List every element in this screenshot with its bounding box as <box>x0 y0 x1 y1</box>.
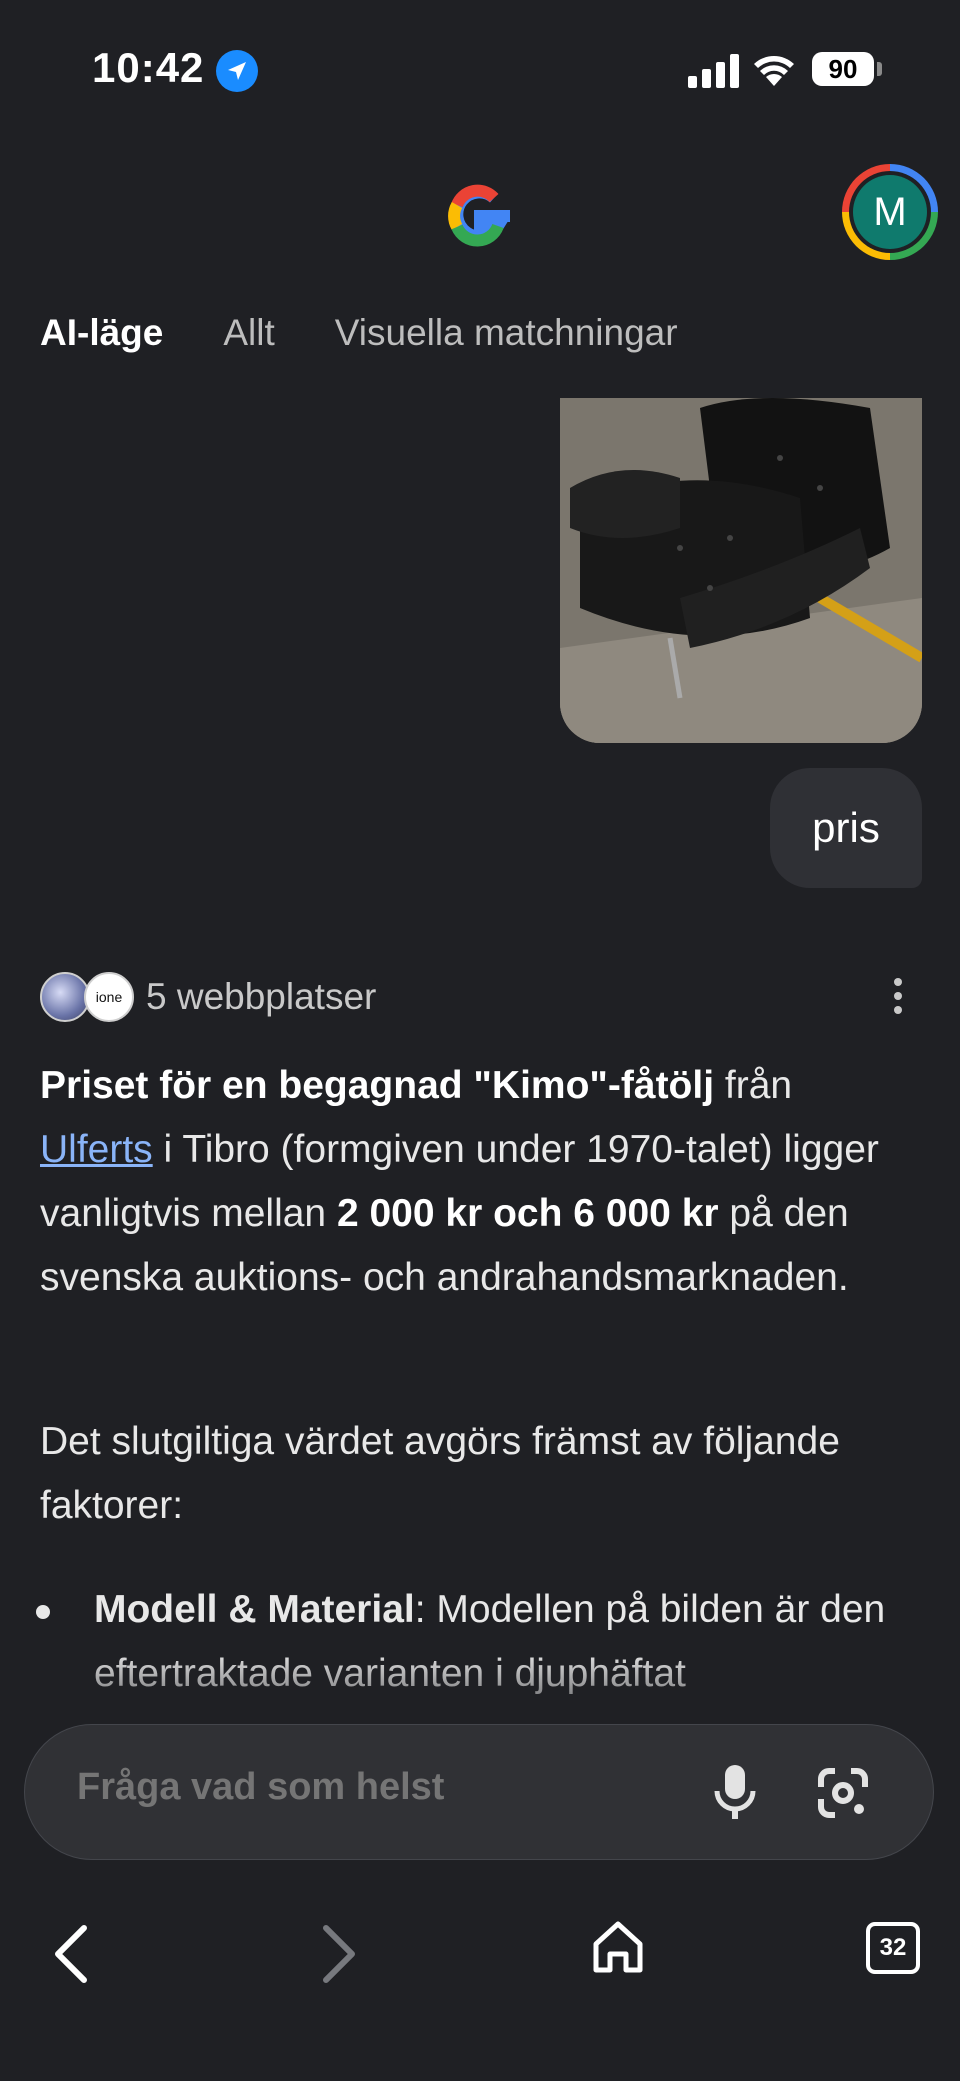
ask-input[interactable] <box>75 1765 679 1810</box>
account-avatar[interactable]: M <box>842 164 938 260</box>
user-message-bubble: pris <box>770 768 922 888</box>
bullet-heading: Modell & Material <box>94 1588 415 1631</box>
ai-answer-paragraph: Priset för en begagnad "Kimo"-fåtölj frå… <box>40 1054 920 1310</box>
source-favicon: ione <box>84 972 134 1022</box>
location-icon <box>216 50 258 92</box>
google-logo[interactable] <box>440 178 516 254</box>
battery-tip <box>877 62 882 76</box>
tab-all[interactable]: Allt <box>223 312 274 354</box>
globe-icon <box>40 972 90 1022</box>
search-mode-tabs: AI-läge Allt Visuella matchningar <box>40 312 738 354</box>
answer-paragraph-2: Det slutgiltiga värdet avgörs främst av … <box>40 1420 840 1527</box>
bottom-navigation: 32 <box>0 1910 960 2030</box>
battery-icon: 90 <box>812 52 874 86</box>
tab-switcher-button[interactable]: 32 <box>866 1922 920 1974</box>
forward-icon[interactable] <box>318 1918 362 1990</box>
more-options-icon[interactable] <box>890 978 906 1018</box>
microphone-icon[interactable] <box>713 1763 757 1823</box>
home-icon[interactable] <box>590 1918 646 1978</box>
clock: 10:42 <box>92 44 205 91</box>
signal-icon <box>688 54 739 88</box>
ask-bar[interactable] <box>24 1724 934 1860</box>
avatar-initial: M <box>853 175 927 249</box>
answer-text: från <box>714 1064 793 1107</box>
google-lens-icon[interactable] <box>815 1765 871 1821</box>
answer-bold-lead: Priset för en begagnad "Kimo"-fåtölj <box>40 1064 715 1107</box>
sources-count[interactable]: 5 webbplatser <box>146 976 376 1018</box>
back-icon[interactable] <box>48 1918 92 1990</box>
tab-ai-mode[interactable]: AI-läge <box>40 312 163 354</box>
price-range: 2 000 kr och 6 000 kr <box>336 1192 719 1235</box>
tab-visual-matches[interactable]: Visuella matchningar <box>335 312 678 354</box>
wifi-icon <box>754 56 794 86</box>
source-favicons[interactable]: ione <box>40 972 136 1022</box>
uploaded-image[interactable] <box>560 398 922 743</box>
ulferts-link[interactable]: Ulferts <box>40 1128 153 1171</box>
status-bar: 10:42 90 <box>0 0 960 140</box>
